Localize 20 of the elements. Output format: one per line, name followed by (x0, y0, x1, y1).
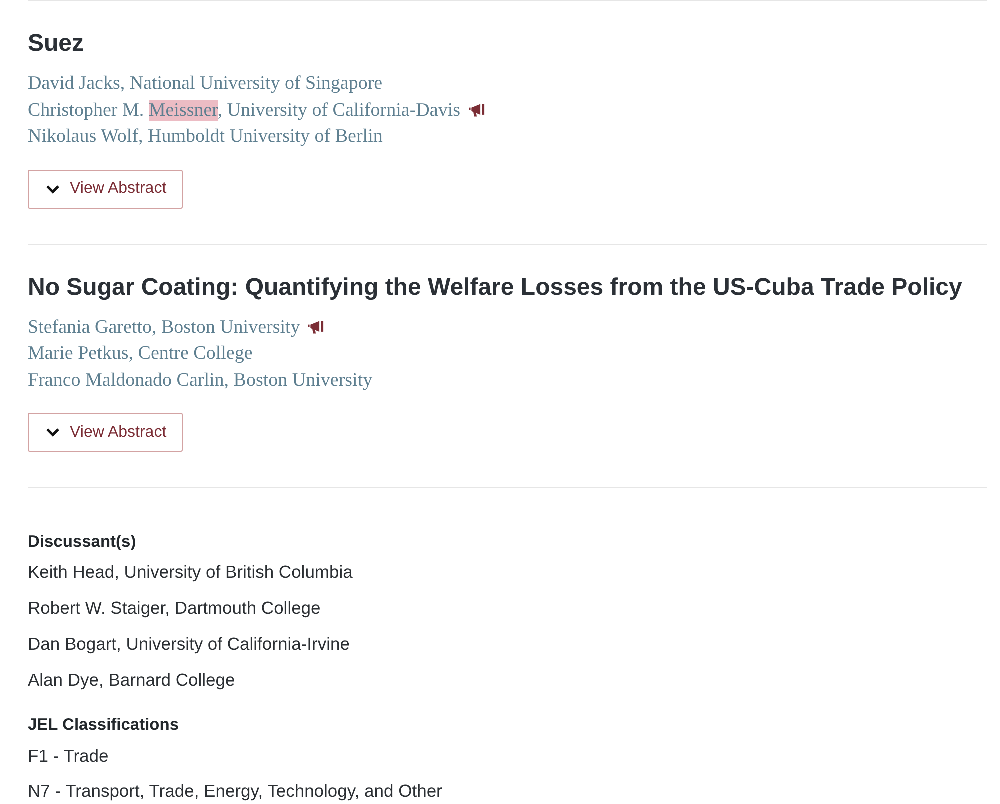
discussant-name: Robert W. Staiger, Dartmouth College (28, 597, 322, 620)
author-link[interactable]: David Jacks, National University of Singapore (28, 72, 383, 96)
discussant-name: Keith Head, University of British Columbia (28, 561, 354, 584)
jel-classification: F1 - Trade (28, 745, 110, 768)
discussant-name: Alan Dye, Barnard College (28, 669, 236, 692)
author-link[interactable]: Christopher M. Meissner, University of California-Davis (28, 98, 460, 123)
paper-title: No Sugar Coating: Quantifying the Welfare Losses from the US-Cuba Trade Policy (28, 272, 964, 302)
section-heading: JEL Classifications (28, 715, 180, 736)
section-heading: Discussant(s) (28, 532, 138, 553)
paper-title: Suez (28, 29, 86, 59)
author-link[interactable]: Franco Maldonado Carlin, Boston University (28, 368, 373, 393)
view-abstract-button[interactable]: View Abstract (28, 413, 183, 452)
author-link[interactable]: Nikolaus Wolf, Humboldt University of Berlin (28, 125, 383, 150)
discussant-name: Dan Bogart, University of California-Irvine (28, 633, 351, 656)
chevron-down-icon (46, 184, 60, 194)
author-link[interactable]: Marie Petkus, Centre College (28, 342, 253, 366)
jel-classification: N7 - Transport, Trade, Energy, Technology, and Other (28, 780, 444, 803)
view-abstract-button[interactable]: View Abstract (28, 170, 183, 208)
chevron-down-icon (46, 428, 60, 437)
author-link[interactable]: Stefania Garetto, Boston University (28, 316, 300, 340)
